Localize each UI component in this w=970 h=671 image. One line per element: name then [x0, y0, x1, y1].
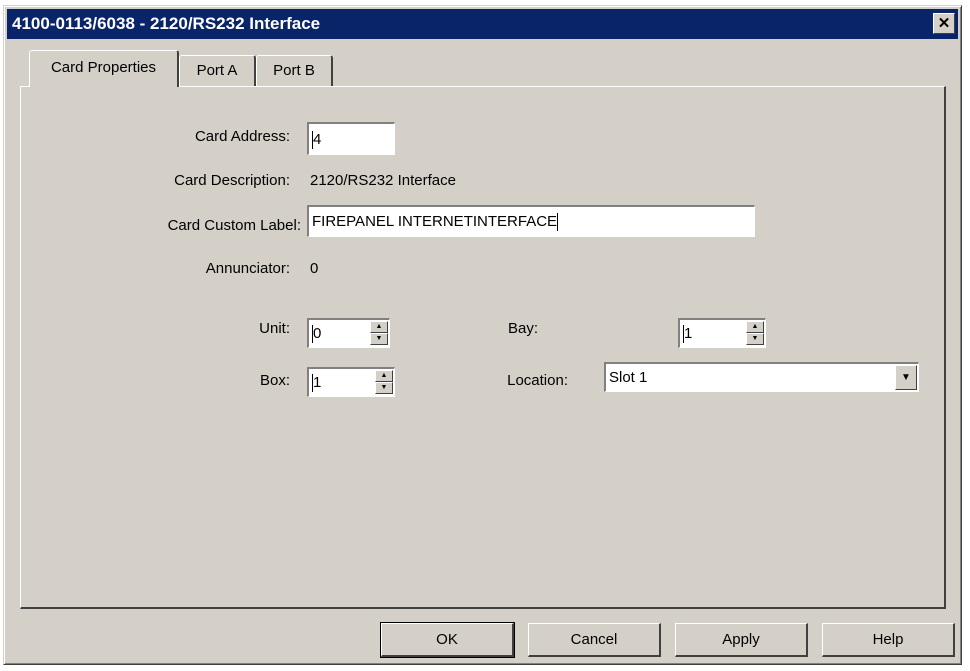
tab-label: Port A [196, 62, 238, 79]
box-spinner[interactable]: ▲ ▼ [375, 370, 393, 394]
unit-spinner[interactable]: ▲ ▼ [370, 321, 388, 345]
apply-button[interactable]: Apply [675, 623, 808, 657]
close-button[interactable]: ✕ [933, 13, 955, 34]
card-address-input[interactable]: 4 [307, 122, 395, 155]
close-icon: ✕ [937, 15, 951, 32]
card-custom-label-label: Card Custom Label: [167, 217, 301, 234]
location-label: Location: [507, 372, 568, 389]
spin-down-icon[interactable]: ▼ [375, 382, 393, 394]
tab-card-properties[interactable]: Card Properties [29, 50, 179, 87]
unit-spinbox[interactable]: 0 ▲ ▼ [307, 318, 390, 348]
card-custom-label-value: FIREPANEL INTERNETINTERFACE [312, 213, 558, 230]
bay-spinner[interactable]: ▲ ▼ [746, 321, 764, 345]
box-label: Box: [259, 372, 290, 389]
spin-down-icon[interactable]: ▼ [370, 333, 388, 345]
spin-up-icon[interactable]: ▲ [370, 321, 388, 333]
annunciator-label: Annunciator: [205, 260, 290, 277]
tab-port-b[interactable]: Port B [256, 55, 333, 86]
tab-label: Card Properties [50, 59, 157, 76]
card-address-value: 4 [313, 131, 322, 148]
tab-label: Port B [273, 62, 315, 79]
card-description-label: Card Description: [174, 172, 290, 189]
location-value: Slot 1 [609, 369, 648, 386]
spin-up-icon[interactable]: ▲ [375, 370, 393, 382]
bay-value: 1 [684, 325, 693, 342]
box-value: 1 [313, 374, 322, 391]
tab-port-a[interactable]: Port A [179, 55, 256, 86]
spin-up-icon[interactable]: ▲ [746, 321, 764, 333]
text-caret [557, 213, 559, 232]
location-dropdown[interactable]: Slot 1 ▼ [604, 362, 919, 392]
bay-label: Bay: [507, 320, 538, 337]
title-bar[interactable]: 4100-0113/6038 - 2120/RS232 Interface ✕ [7, 9, 958, 39]
ok-button[interactable]: OK [380, 622, 515, 658]
dropdown-arrow-icon[interactable]: ▼ [895, 365, 917, 390]
bay-spinbox[interactable]: 1 ▲ ▼ [678, 318, 766, 348]
card-address-label: Card Address: [194, 128, 290, 145]
card-description-value: 2120/RS232 Interface [310, 172, 456, 189]
help-button[interactable]: Help [822, 623, 955, 657]
spin-down-icon[interactable]: ▼ [746, 333, 764, 345]
card-custom-label-input[interactable]: FIREPANEL INTERNETINTERFACE [307, 205, 755, 237]
annunciator-value: 0 [310, 260, 319, 277]
window-title: 4100-0113/6038 - 2120/RS232 Interface [12, 14, 321, 33]
cancel-button[interactable]: Cancel [528, 623, 661, 657]
card-properties-panel [20, 86, 946, 609]
box-spinbox[interactable]: 1 ▲ ▼ [307, 367, 395, 397]
unit-label: Unit: [259, 320, 290, 337]
unit-value: 0 [313, 325, 322, 342]
